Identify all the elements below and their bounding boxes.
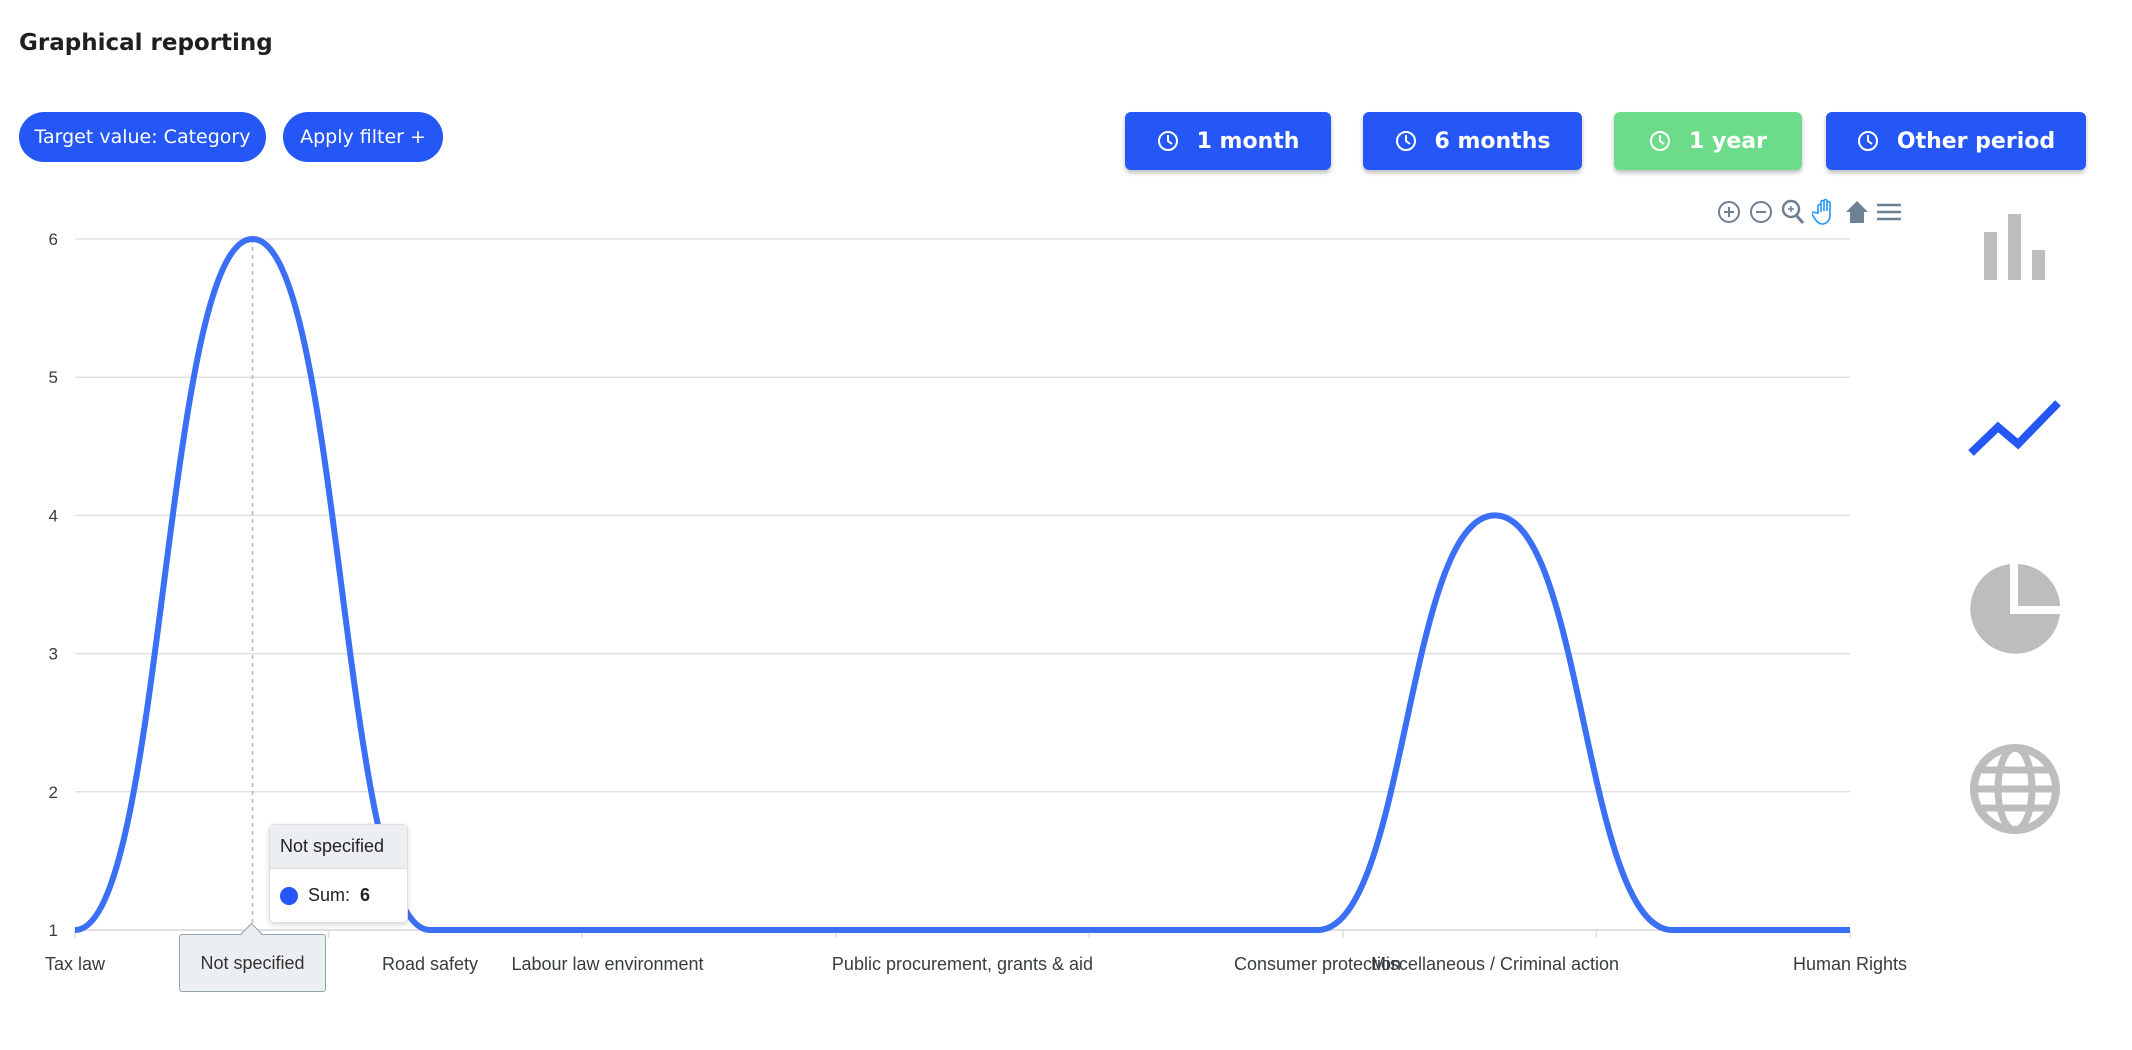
selection-zoom-icon[interactable]: [1780, 198, 1806, 226]
tooltip-title: Not specified: [270, 825, 407, 869]
x-tick-label: Consumer protection: [1234, 954, 1401, 974]
clock-icon: [1650, 131, 1671, 151]
zoom-in-icon[interactable]: [1716, 198, 1742, 226]
tooltip-value: 6: [360, 885, 371, 905]
y-tick-label: 2: [49, 783, 58, 802]
period-button-1[interactable]: 6 months: [1363, 112, 1582, 170]
x-tick-label: Tax law: [45, 954, 106, 974]
period-button-3[interactable]: Other period: [1826, 112, 2086, 170]
period-label: 1 year: [1689, 128, 1767, 154]
x-axis-tooltip: Not specified: [179, 934, 326, 992]
pan-hand-icon[interactable]: [1811, 198, 1838, 226]
x-tick-label: Road safety: [382, 954, 478, 974]
x-tick-label: Human Rights: [1793, 954, 1907, 974]
y-tick-label: 1: [49, 921, 58, 940]
chart-type-line[interactable]: [1968, 380, 2062, 474]
y-tick-label: 4: [49, 506, 58, 525]
tooltip: Not specified Sum: 6: [269, 824, 408, 923]
y-tick-label: 6: [49, 230, 58, 249]
line-chart-icon: [1968, 400, 2061, 456]
globe-map-icon: [1970, 744, 2060, 834]
period-label: 1 month: [1196, 128, 1300, 154]
target-value-button[interactable]: Target value: Category: [19, 112, 266, 162]
apply-filter-button[interactable]: Apply filter +: [283, 112, 443, 162]
menu-icon[interactable]: [1876, 198, 1902, 226]
series-marker: [280, 886, 298, 905]
x-tick-label: Labour law environment: [511, 954, 703, 974]
period-button-0[interactable]: 1 month: [1125, 112, 1331, 170]
y-tick-label: 5: [49, 368, 58, 387]
clock-icon: [1157, 131, 1178, 151]
x-tick-label: Miscellaneous / Criminal action: [1371, 954, 1619, 974]
reset-home-icon[interactable]: [1844, 198, 1870, 226]
bar-chart-icon: [1984, 214, 2045, 280]
pie-chart-icon: [1970, 564, 2060, 654]
clock-icon: [1857, 131, 1878, 151]
chart-type-bar[interactable]: [1968, 200, 2062, 294]
y-tick-label: 3: [49, 645, 58, 664]
chart-toolbar: [1716, 198, 1902, 226]
chart-type-map[interactable]: [1968, 742, 2062, 836]
period-button-2[interactable]: 1 year: [1614, 112, 1802, 170]
period-label: Other period: [1896, 128, 2056, 154]
page-title: Graphical reporting: [19, 30, 273, 56]
tooltip-series-label: Sum:: [308, 885, 351, 905]
zoom-out-icon[interactable]: [1748, 198, 1774, 226]
x-tick-label: Public procurement, grants & aid: [832, 954, 1093, 974]
chart-type-pie[interactable]: [1968, 562, 2062, 656]
clock-icon: [1395, 131, 1416, 151]
period-label: 6 months: [1434, 128, 1551, 154]
